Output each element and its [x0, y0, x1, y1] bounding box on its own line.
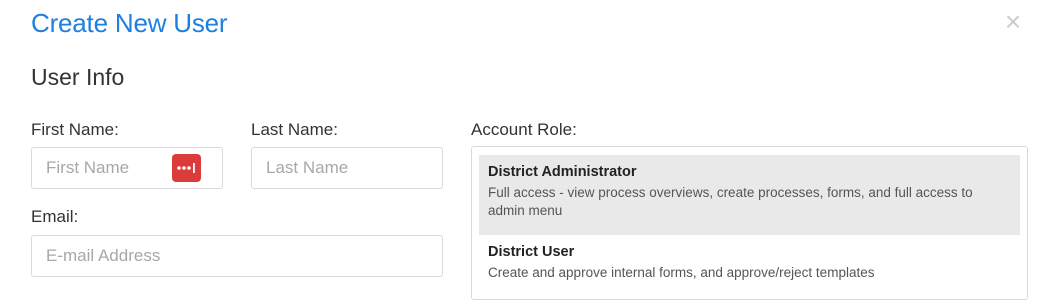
- close-icon[interactable]: ×: [999, 8, 1027, 36]
- email-label: Email:: [31, 207, 79, 226]
- first-name-label: First Name:: [31, 120, 119, 139]
- modal-title: Create New User: [31, 8, 228, 38]
- role-name: District User: [488, 244, 575, 260]
- role-option-district-user[interactable]: District User Create and approve interna…: [479, 235, 1020, 291]
- last-name-input[interactable]: [251, 147, 443, 189]
- role-option-district-administrator[interactable]: District Administrator Full access - vie…: [479, 155, 1020, 235]
- section-title-user-info: User Info: [31, 64, 125, 90]
- email-input[interactable]: [31, 235, 443, 277]
- account-role-label: Account Role:: [471, 120, 577, 139]
- role-description: Create and approve internal forms, and a…: [488, 265, 875, 280]
- role-description: Full access - view process overviews, cr…: [488, 185, 973, 218]
- create-user-modal: Create New User × User Info First Name: …: [0, 0, 1041, 306]
- role-name: District Administrator: [488, 164, 637, 180]
- last-name-label: Last Name:: [251, 120, 338, 139]
- password-manager-icon[interactable]: [172, 154, 201, 182]
- account-role-listbox[interactable]: District Administrator Full access - vie…: [471, 146, 1028, 300]
